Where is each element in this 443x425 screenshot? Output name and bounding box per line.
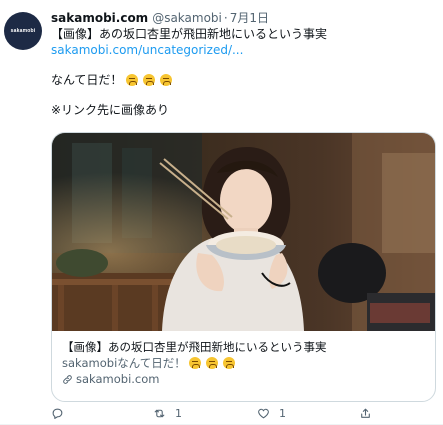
tired-face-emoji: [126, 74, 139, 86]
user-handle[interactable]: @sakamobi: [152, 10, 222, 26]
avatar-logo-text: sakamobi: [10, 28, 36, 34]
retweet-icon: [154, 409, 165, 418]
reply-button[interactable]: [51, 407, 73, 420]
link-icon: [63, 374, 72, 384]
tired-face-emoji: [206, 357, 219, 369]
tired-face-emoji: [222, 357, 235, 369]
tweet-note: ※リンク先に画像あり: [51, 103, 170, 117]
tweet-body-text: なんて日だ！: [51, 73, 123, 87]
tweet-headline: 【画像】あの坂口杏里が飛田新地にいるという事実: [51, 27, 328, 41]
tired-face-emoji: [143, 74, 156, 86]
retweet-button[interactable]: 1: [153, 407, 182, 420]
tired-face-emoji: [159, 74, 172, 86]
card-title: 【画像】あの坂口杏里が飛田新地にいるという事実: [62, 340, 327, 354]
retweet-count: 1: [175, 407, 182, 420]
like-button[interactable]: 1: [257, 407, 286, 420]
like-count: 1: [279, 407, 286, 420]
display-name[interactable]: sakamobi.com: [51, 10, 148, 26]
header-separator: ·: [223, 11, 228, 25]
card-description-text: sakamobiなんて日だ！: [62, 356, 186, 370]
card-domain-row: sakamobi.com: [62, 371, 427, 387]
tweet-actions: 1 1: [51, 407, 436, 423]
tweet-content: sakamobi.com @sakamobi · 7月1日 【画像】あの坂口杏里…: [51, 10, 436, 118]
card-description: sakamobiなんて日だ！: [62, 355, 427, 371]
like-icon: [258, 408, 269, 419]
avatar[interactable]: sakamobi: [4, 12, 42, 50]
tweet-header: sakamobi.com @sakamobi · 7月1日: [51, 10, 436, 26]
reply-icon: [52, 408, 63, 419]
tweet-link[interactable]: sakamobi.com/uncategorized/...: [51, 42, 436, 58]
card-domain: sakamobi.com: [76, 372, 160, 386]
share-icon: [361, 408, 370, 418]
share-button[interactable]: [359, 407, 372, 420]
tweet-body: なんて日だ！: [51, 72, 436, 88]
tweet[interactable]: sakamobi sakamobi.com @sakamobi · 7月1日 【…: [0, 0, 443, 425]
tweet-date[interactable]: 7月1日: [230, 10, 269, 26]
photo-woman-eating-image: [52, 133, 435, 331]
tired-face-emoji: [189, 357, 202, 369]
link-preview-card[interactable]: 【画像】あの坂口杏里が飛田新地にいるという事実 sakamobiなんて日だ！ s…: [51, 132, 436, 402]
card-meta: 【画像】あの坂口杏里が飛田新地にいるという事実 sakamobiなんて日だ！ s…: [62, 339, 427, 387]
card-photo[interactable]: [52, 133, 435, 331]
